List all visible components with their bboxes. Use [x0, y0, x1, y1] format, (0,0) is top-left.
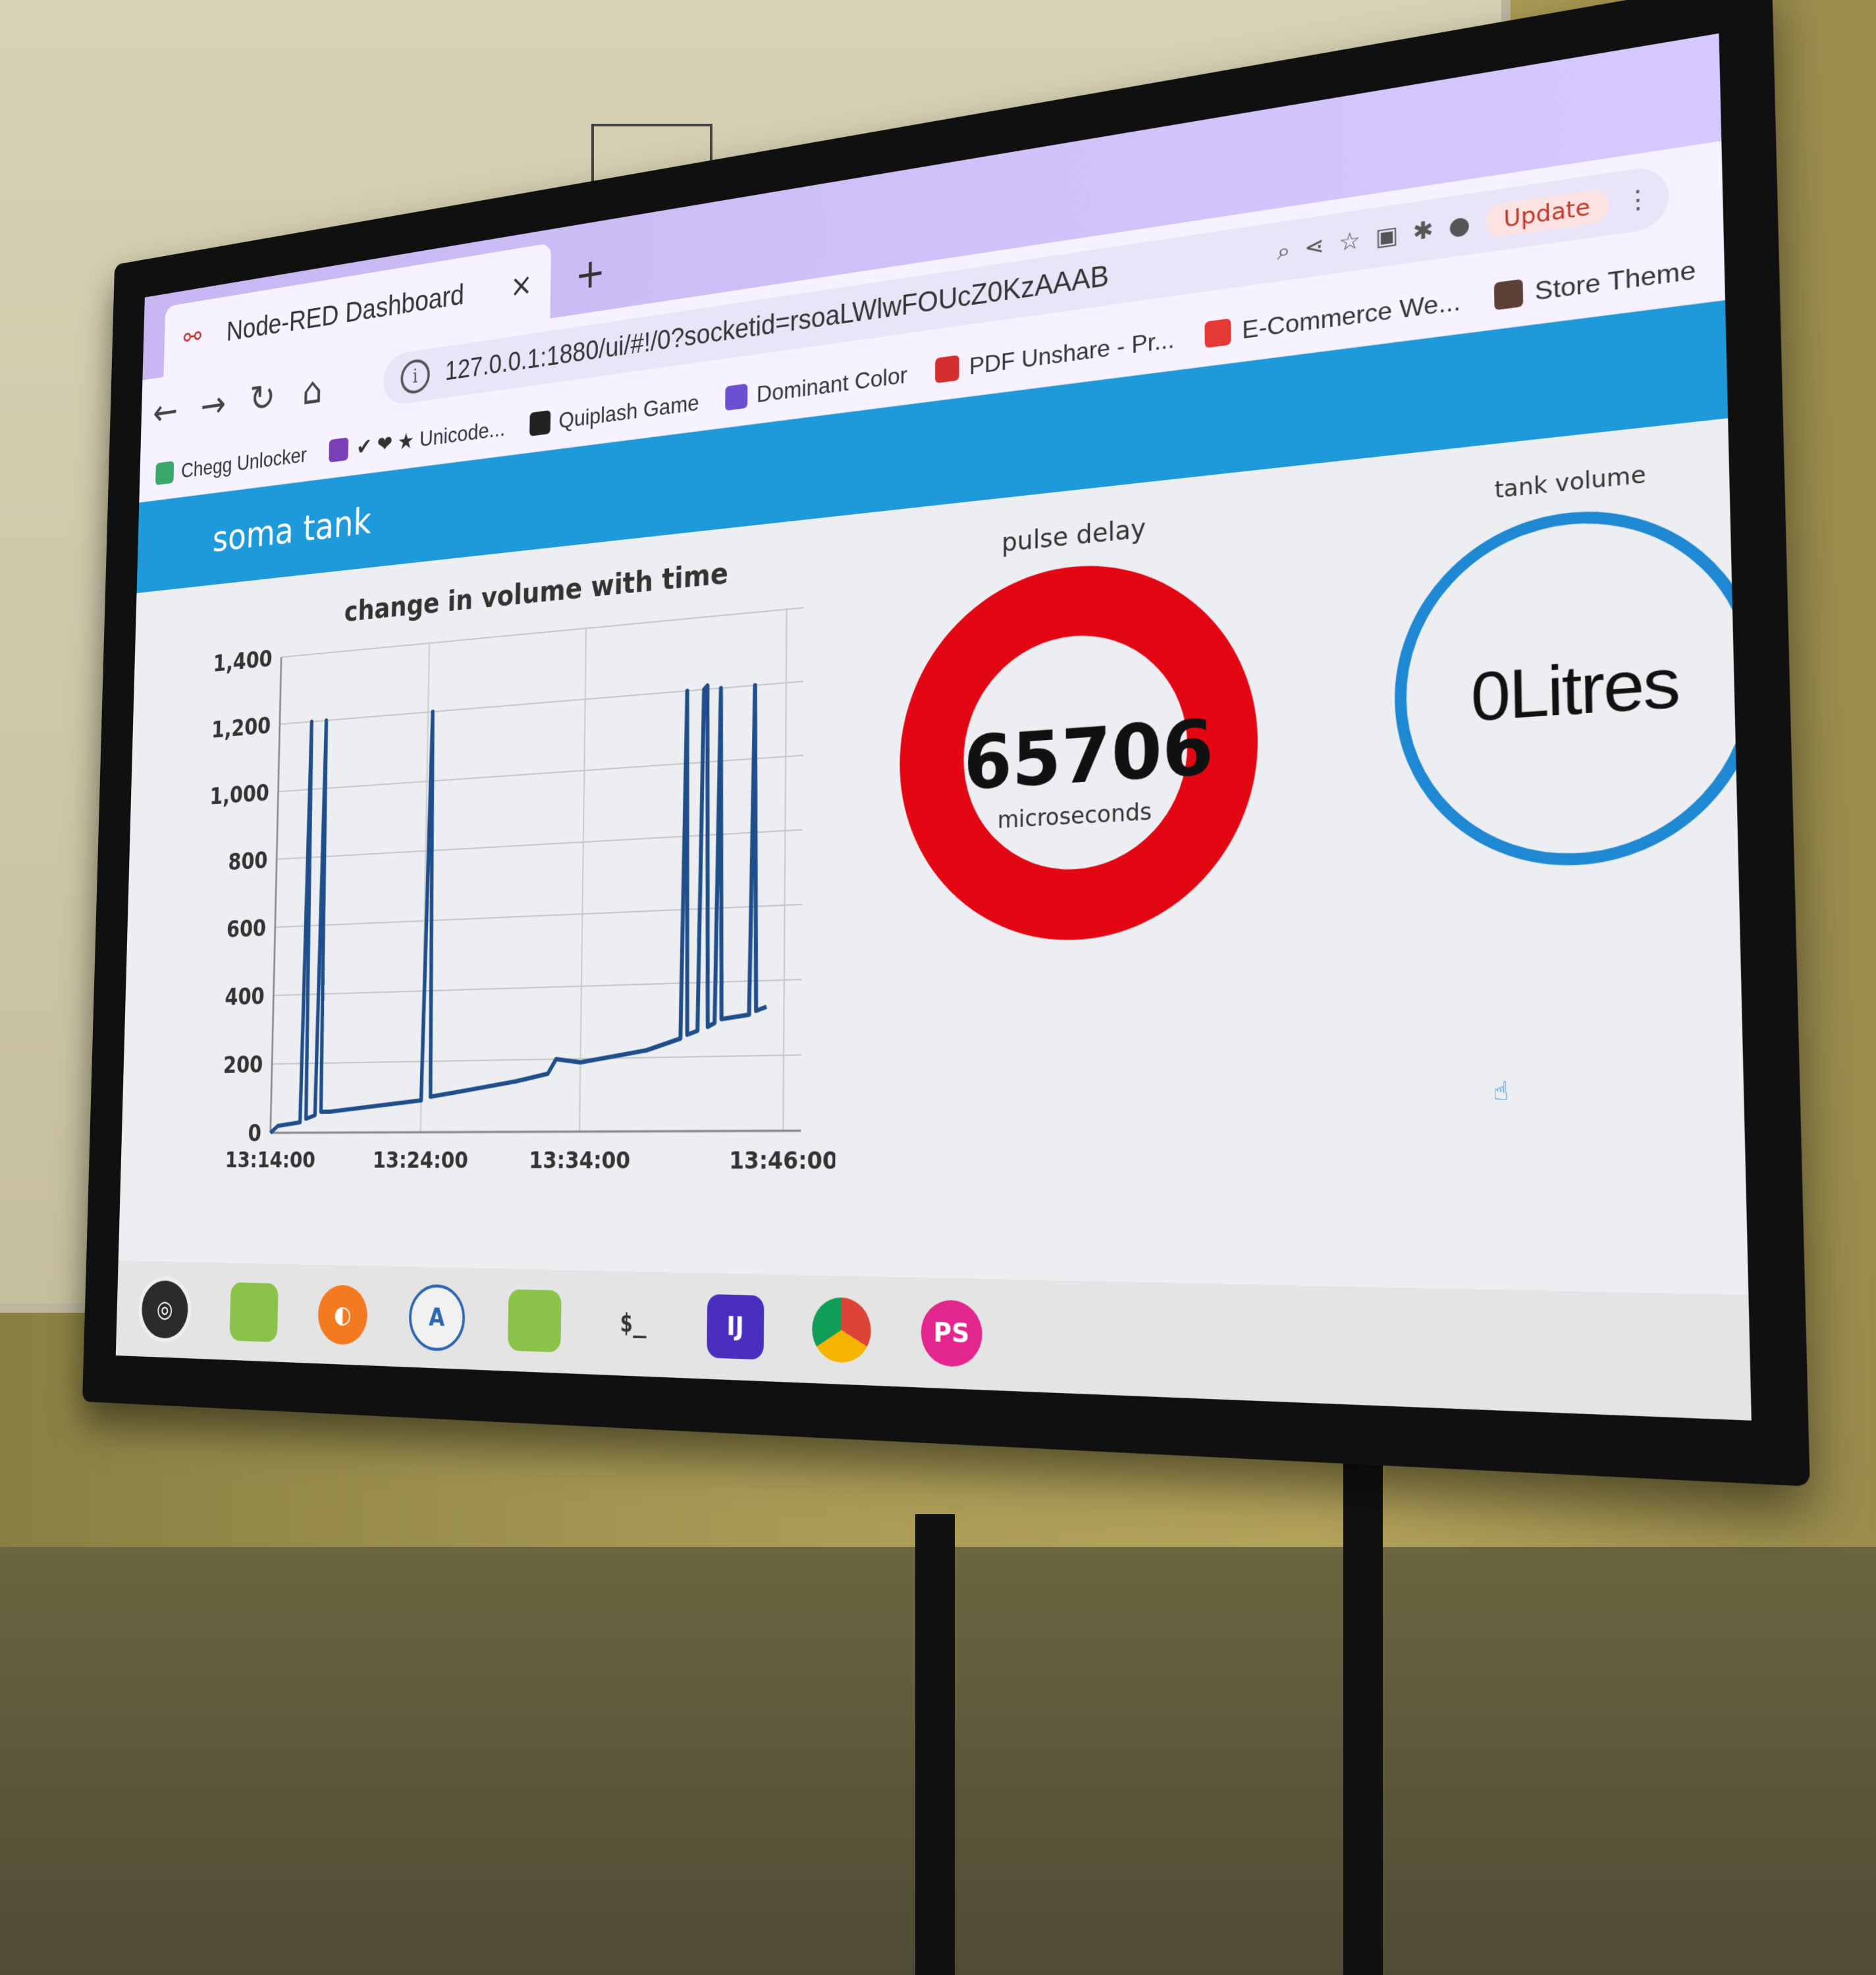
y-gridline	[277, 830, 803, 859]
bookmark-label: Chegg Unlocker	[180, 442, 308, 483]
phpstorm-icon[interactable]: PS	[921, 1299, 982, 1368]
bookmark-item[interactable]: Dominant Color	[725, 361, 907, 412]
bookmark-item[interactable]: Chegg Unlocker	[155, 442, 307, 486]
y-gridline	[280, 681, 804, 724]
forward-icon[interactable]: →	[188, 381, 238, 430]
tank-volume-gauge: tank volume 0Litres	[1368, 446, 1752, 1078]
mouse-cursor-icon: ☝	[1493, 1076, 1509, 1107]
y-gridline	[279, 755, 803, 791]
mint-menu-icon[interactable]: ◎	[138, 1276, 192, 1344]
bookmark-item[interactable]: ✔ ❤ ★ Unicode...	[329, 415, 506, 464]
chrome-icon[interactable]	[811, 1296, 871, 1364]
bookmark-favicon-icon	[1204, 318, 1231, 348]
bookmark-favicon-icon	[725, 383, 748, 411]
pulse-delay-gauge: pulse delay 65706 microseconds	[878, 499, 1285, 1084]
y-tick-label: 400	[225, 983, 265, 1011]
tank-volume-ring: 0Litres	[1392, 494, 1752, 874]
star-icon[interactable]: ☆	[1339, 226, 1360, 257]
firefox-icon[interactable]: ◐	[317, 1284, 368, 1346]
update-button[interactable]: Update	[1484, 187, 1610, 239]
bookmark-favicon-icon	[155, 461, 174, 486]
pulse-delay-value: 65706	[963, 703, 1214, 807]
info-icon[interactable]: i	[400, 357, 431, 396]
new-tab-button[interactable]: +	[575, 248, 606, 300]
intellij-icon[interactable]: IJ	[707, 1294, 764, 1360]
x-tick-label: 13:24:00	[373, 1147, 469, 1174]
bookmark-favicon-icon	[529, 409, 550, 436]
tank-volume-label: tank volume	[1494, 460, 1646, 504]
files-icon[interactable]	[508, 1289, 562, 1353]
bookmark-favicon-icon	[1493, 278, 1523, 311]
monitor: ⚯ Node-RED Dashboard × + ← → ↻ ⌂ i 127.0…	[82, 0, 1810, 1487]
y-axis	[271, 657, 281, 1133]
y-tick-label: 1,400	[213, 645, 273, 677]
terminal-icon[interactable]: $_	[605, 1292, 660, 1356]
x-tick-label: 13:46:00	[729, 1147, 838, 1175]
bookmark-label: Dominant Color	[756, 361, 908, 408]
volume-chart-card: change in volume with time 0 200 400 600 800…	[185, 538, 838, 1215]
bookmark-label: Store Theme	[1534, 254, 1696, 305]
bookmark-label: E-Commerce We...	[1242, 286, 1461, 344]
menu-kebab-icon[interactable]: ⋮	[1624, 184, 1651, 217]
bookmark-label: ✔ ❤ ★ Unicode...	[356, 415, 506, 460]
puzzle-icon[interactable]: ✱	[1412, 215, 1434, 246]
y-gridline	[272, 1055, 801, 1064]
extension-icon[interactable]: ▣	[1375, 221, 1399, 251]
pulse-delay-label: pulse delay	[1002, 513, 1146, 559]
x-axis	[271, 1131, 801, 1133]
bookmark-favicon-icon	[329, 437, 349, 463]
share-icon[interactable]: ⋖	[1304, 231, 1325, 261]
y-tick-label: 1,000	[209, 779, 269, 810]
volume-series-line	[271, 681, 769, 1133]
reload-icon[interactable]: ↻	[237, 373, 288, 423]
y-tick-label: 1,200	[211, 712, 271, 743]
profile-avatar-icon[interactable]: ●	[1448, 210, 1470, 241]
bookmark-label: Quiplash Game	[558, 388, 699, 433]
y-tick-label: 800	[228, 847, 268, 876]
show-desktop-icon[interactable]	[229, 1282, 279, 1342]
bookmark-item[interactable]: Store Theme	[1493, 254, 1696, 311]
x-gridline	[783, 610, 786, 1131]
screen: ⚯ Node-RED Dashboard × + ← → ↻ ⌂ i 127.0…	[115, 33, 1752, 1421]
bookmark-item[interactable]: Quiplash Game	[529, 389, 699, 438]
android-studio-icon[interactable]: A	[408, 1284, 466, 1352]
volume-chart: 0 200 400 600 800 1,000 1,200 1,400 13:14:00 13:2…	[209, 590, 838, 1175]
dashboard-title: soma tank	[212, 498, 372, 560]
back-icon[interactable]: ←	[141, 388, 190, 436]
bookmark-label: PDF Unshare - Pr...	[969, 325, 1175, 380]
home-icon[interactable]: ⌂	[287, 365, 338, 415]
pulse-delay-donut: 65706 microseconds	[899, 548, 1260, 946]
zoom-icon[interactable]: ⌕	[1277, 236, 1290, 265]
y-tick-label: 0	[248, 1120, 261, 1147]
tank-volume-value: 0Litres	[1470, 642, 1680, 736]
x-tick-label: 13:14:00	[225, 1147, 315, 1174]
x-gridline	[579, 628, 586, 1132]
node-red-icon: ⚯	[183, 321, 202, 354]
x-tick-label: 13:34:00	[529, 1147, 630, 1174]
scene: ⚯ Node-RED Dashboard × + ← → ↻ ⌂ i 127.0…	[0, 0, 1876, 1975]
bookmark-favicon-icon	[935, 355, 959, 384]
close-icon[interactable]: ×	[510, 266, 533, 304]
y-tick-label: 600	[227, 914, 267, 943]
y-tick-label: 200	[223, 1051, 263, 1079]
